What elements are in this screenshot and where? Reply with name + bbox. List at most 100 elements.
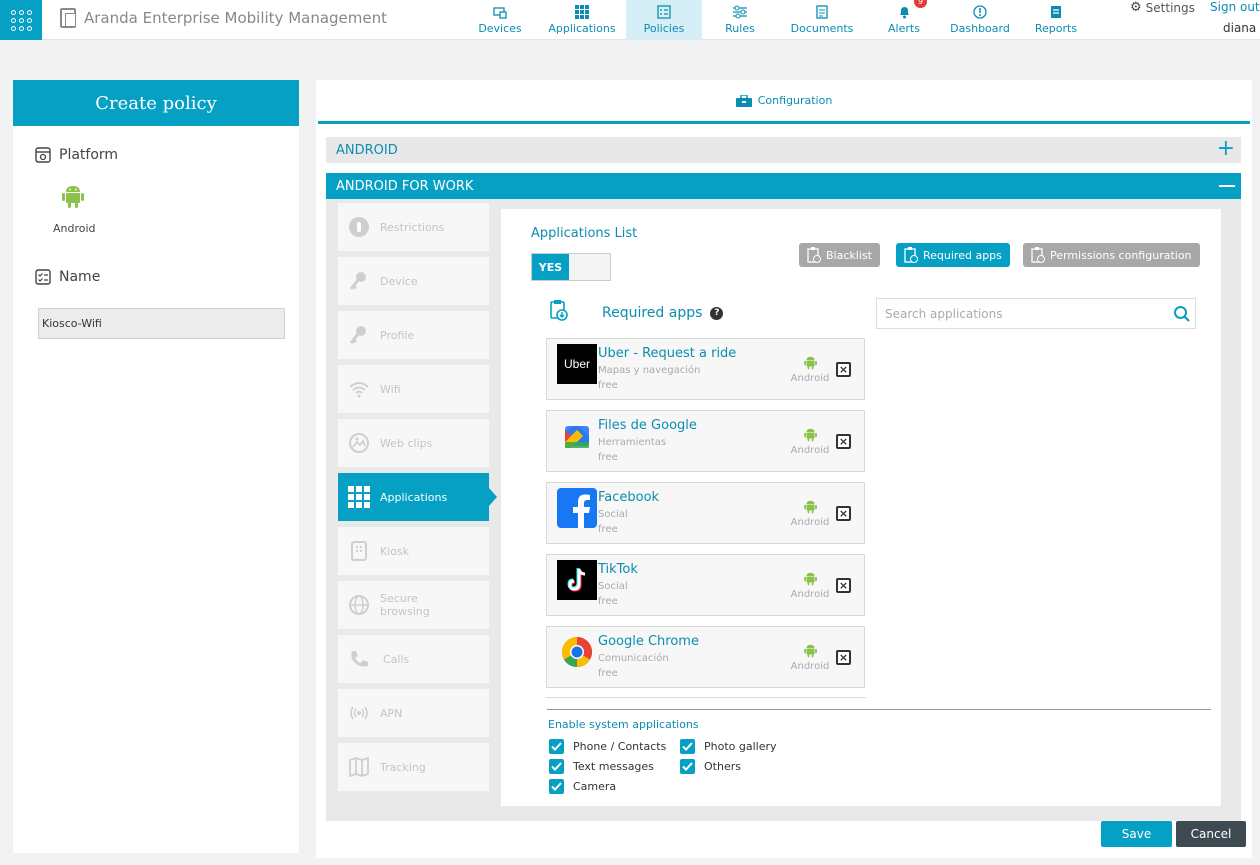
- required-apps-button[interactable]: Required apps: [896, 243, 1010, 267]
- map-icon: [349, 756, 369, 778]
- name-label: Name: [59, 269, 101, 285]
- nav-label: Applications: [548, 22, 616, 35]
- side-tab-apn[interactable]: APN: [338, 689, 489, 737]
- devices-icon: [493, 7, 507, 19]
- nav-label: Reports: [1034, 22, 1078, 35]
- side-tab-tracking[interactable]: Tracking: [338, 743, 489, 791]
- settings-label: Settings: [1145, 0, 1195, 15]
- nav-reports[interactable]: Reports: [1018, 0, 1094, 40]
- required-apps-icon: [550, 300, 568, 321]
- username: diana: [1223, 21, 1257, 35]
- nav-rules[interactable]: Rules: [702, 0, 778, 40]
- app-platform: Android: [787, 427, 833, 456]
- settings-link[interactable]: ⚙ Settings: [1130, 0, 1195, 15]
- side-tab-label: Profile: [380, 328, 415, 342]
- uber-logo-text: Uber: [563, 357, 590, 371]
- checkbox-photo-gallery[interactable]: Photo gallery: [680, 739, 777, 754]
- remove-app-icon[interactable]: ×: [836, 650, 851, 665]
- nav-label: Policies: [643, 22, 685, 35]
- phone-icon: [351, 651, 368, 667]
- app-platform: Android: [787, 643, 833, 672]
- cancel-button[interactable]: Cancel: [1176, 821, 1246, 847]
- android-icon: [803, 500, 817, 514]
- briefcase-icon: [735, 94, 752, 107]
- search-placeholder: Search applications: [885, 306, 1003, 321]
- checklist-icon: [35, 269, 51, 285]
- tab-label: Configuration: [757, 94, 833, 107]
- expand-plus-icon[interactable]: +: [1217, 138, 1235, 160]
- nav-label: Documents: [790, 22, 854, 35]
- search-icon[interactable]: [1173, 305, 1191, 323]
- brand-logo-icon: [60, 8, 76, 28]
- side-tab-secure-browsing[interactable]: Secure browsing: [338, 581, 489, 629]
- tiktok-logo: [557, 560, 597, 600]
- app-card-uber[interactable]: Uber Uber - Request a ride Mapas y naveg…: [546, 338, 865, 400]
- applications-list-toggle[interactable]: YES: [531, 253, 611, 281]
- side-tab-profile[interactable]: Profile: [338, 311, 489, 359]
- app-price: free: [598, 524, 618, 535]
- nav-policies[interactable]: Policies: [626, 0, 702, 40]
- checkbox-others[interactable]: Others: [680, 759, 741, 774]
- search-applications-input[interactable]: Search applications: [876, 298, 1196, 329]
- app-card-google-chrome[interactable]: Google Chrome Comunicación free Android …: [546, 626, 865, 688]
- facebook-logo: [557, 488, 597, 528]
- web-clips-icon: [349, 433, 369, 453]
- collapse-minus-icon[interactable]: [1219, 185, 1235, 187]
- nav-applications[interactable]: Applications: [538, 0, 626, 40]
- nav-alerts[interactable]: 9 Alerts: [866, 0, 942, 40]
- android-icon: [803, 428, 817, 442]
- section-title: ANDROID: [336, 142, 398, 158]
- platform-label: Platform: [59, 147, 119, 163]
- side-tab-calls[interactable]: Calls: [338, 635, 489, 683]
- reports-icon: [1051, 6, 1061, 18]
- button-label: Blacklist: [826, 248, 872, 262]
- side-tab-label: Restrictions: [380, 220, 445, 234]
- tab-configuration[interactable]: Configuration: [318, 80, 1250, 124]
- platform-android[interactable]: Android: [53, 183, 96, 235]
- globe-icon: [349, 595, 369, 615]
- clipboard-icon: [904, 247, 918, 263]
- side-tab-device[interactable]: Device: [338, 257, 489, 305]
- save-button[interactable]: Save: [1101, 821, 1172, 847]
- app-card-facebook[interactable]: Facebook Social free Android ×: [546, 482, 865, 544]
- nav-devices[interactable]: Devices: [462, 0, 538, 40]
- remove-app-icon[interactable]: ×: [836, 362, 851, 377]
- button-label: Required apps: [923, 248, 1002, 262]
- side-tab-kiosk[interactable]: Kiosk: [338, 527, 489, 575]
- side-tab-restrictions[interactable]: Restrictions: [338, 203, 489, 251]
- section-android-for-work[interactable]: ANDROID FOR WORK: [326, 173, 1241, 199]
- permissions-configuration-button[interactable]: Permissions configuration: [1023, 243, 1200, 267]
- app-card-files-google[interactable]: Files de Google Herramientas free Androi…: [546, 410, 865, 472]
- checkbox-camera[interactable]: Camera: [549, 779, 616, 794]
- gear-icon: ⚙: [1130, 0, 1142, 15]
- app-menu-grid-icon[interactable]: [0, 0, 42, 40]
- divider: [547, 709, 1211, 710]
- button-label: Permissions configuration: [1050, 248, 1192, 262]
- nav-documents[interactable]: Documents: [778, 0, 866, 40]
- app-card-tiktok[interactable]: TikTok Social free Android ×: [546, 554, 865, 616]
- nav-dashboard[interactable]: Dashboard: [942, 0, 1018, 40]
- help-icon[interactable]: ?: [710, 306, 724, 320]
- section-android[interactable]: ANDROID +: [326, 137, 1241, 163]
- applications-grid-icon: [575, 5, 589, 19]
- side-tab-web-clips[interactable]: Web clips: [338, 419, 489, 467]
- toggle-label: YES: [532, 254, 569, 280]
- checkbox-label: Phone / Contacts: [573, 740, 667, 753]
- clipboard-icon: [807, 247, 821, 263]
- blacklist-button[interactable]: Blacklist: [799, 243, 880, 267]
- checkbox-text-messages[interactable]: Text messages: [549, 759, 654, 774]
- clipboard-icon: [1031, 247, 1045, 263]
- sign-out-link[interactable]: Sign out: [1210, 0, 1260, 14]
- side-tab-label: Wifi: [380, 382, 401, 396]
- android-icon: [62, 186, 84, 208]
- checkbox-phone-contacts[interactable]: Phone / Contacts: [549, 739, 666, 754]
- side-tab-label: Kiosk: [380, 544, 410, 558]
- policy-name-input[interactable]: Kiosco-Wifi: [38, 308, 285, 339]
- app-price: free: [598, 668, 618, 679]
- side-tab-applications[interactable]: Applications: [338, 473, 497, 521]
- remove-app-icon[interactable]: ×: [836, 434, 851, 449]
- remove-app-icon[interactable]: ×: [836, 506, 851, 521]
- bell-icon: [899, 7, 909, 19]
- side-tab-wifi[interactable]: Wifi: [338, 365, 489, 413]
- remove-app-icon[interactable]: ×: [836, 578, 851, 593]
